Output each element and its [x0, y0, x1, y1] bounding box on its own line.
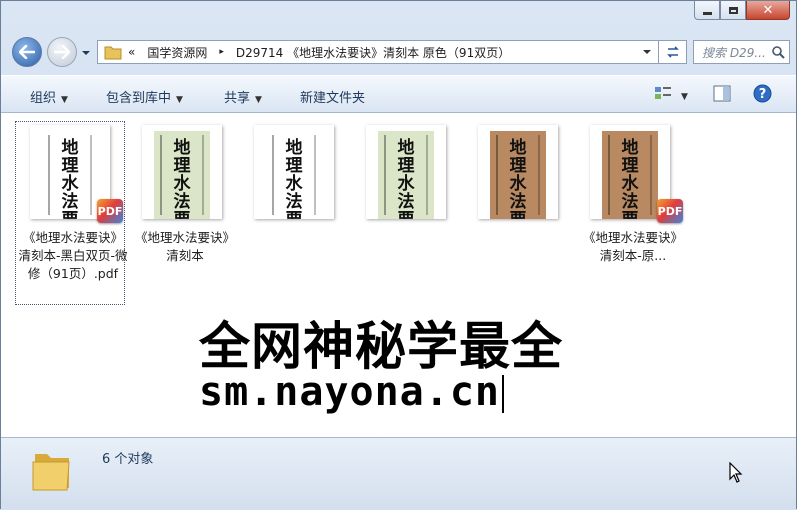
recent-pages-dropdown-icon[interactable]	[81, 48, 91, 58]
book-cover: 地理水法要诀	[42, 131, 98, 219]
text-caret	[501, 375, 504, 413]
cover-title: 地理水法要诀	[61, 138, 79, 219]
cover-title: 地理水法要诀	[173, 138, 191, 219]
include-library-label: 包含到库中	[106, 91, 172, 106]
watermark-line-1: 全网神秘学最全	[199, 318, 564, 377]
change-view-button[interactable]	[654, 85, 672, 105]
caption-buttons: ✕	[694, 1, 790, 20]
back-button[interactable]	[12, 37, 42, 67]
refresh-icon	[666, 46, 679, 58]
address-dropdown-icon[interactable]	[642, 47, 652, 57]
preview-pane-button[interactable]	[713, 85, 731, 106]
file-name: 《地理水法要诀》清刻本-原...	[582, 230, 683, 263]
watermark-overlay: 全网神秘学最全 sm.nayona.cn	[195, 303, 601, 426]
file-thumbnail: 地理水法要诀	[254, 125, 334, 219]
svg-text:?: ?	[759, 87, 767, 102]
organize-menu[interactable]: 组织 ▼	[30, 87, 68, 106]
include-in-library-menu[interactable]: 包含到库中 ▼	[106, 87, 183, 106]
breadcrumb-separator[interactable]: ▸	[213, 47, 230, 57]
chevron-down-icon: ▼	[255, 95, 262, 105]
address-chevrons[interactable]: «	[122, 45, 141, 59]
chevron-down-icon: ▼	[176, 95, 183, 105]
cover-title: 地理水法要诀	[285, 138, 303, 219]
file-name: 《地理水法要诀》清刻本	[134, 230, 235, 263]
share-label: 共享	[224, 91, 251, 106]
organize-label: 组织	[30, 91, 57, 106]
refresh-button[interactable]	[659, 40, 687, 64]
address-bar[interactable]: « 国学资源网 ▸ D29714 《地理水法要诀》清刻本 原色（91双页）	[97, 40, 659, 64]
address-row: « 国学资源网 ▸ D29714 《地理水法要诀》清刻本 原色（91双页） 搜索…	[9, 37, 790, 69]
share-menu[interactable]: 共享 ▼	[224, 87, 262, 106]
chevron-down-icon: ▼	[61, 95, 68, 105]
book-cover: 地理水法要诀	[490, 131, 546, 219]
file-thumbnail: 地理水法要诀	[366, 125, 446, 219]
chevron-down-icon: ▼	[681, 92, 688, 102]
watermark-url: sm.nayona.cn	[199, 369, 500, 415]
forward-button[interactable]	[47, 37, 77, 67]
forward-arrow-icon	[54, 45, 70, 59]
cover-title: 地理水法要诀	[621, 138, 639, 219]
help-button[interactable]: ?	[753, 84, 772, 107]
help-icon: ?	[753, 84, 772, 103]
watermark-line-2: sm.nayona.cn	[199, 369, 504, 415]
book-cover: 地理水法要诀	[602, 131, 658, 219]
explorer-window: ✕ « 国学资源网 ▸ D29714 《地理水法要诀》清刻本 原色（91双页） …	[0, 0, 797, 510]
close-icon: ✕	[762, 2, 774, 18]
file-thumbnail: 地理水法要诀	[478, 125, 558, 219]
new-folder-button[interactable]: 新建文件夹	[300, 87, 365, 106]
details-pane: 6 个对象	[1, 437, 796, 510]
book-cover: 地理水法要诀	[154, 131, 210, 219]
pdf-icon: PDF	[657, 199, 683, 223]
breadcrumb-segment-current[interactable]: D29714 《地理水法要诀》清刻本 原色（91双页）	[230, 44, 516, 61]
breadcrumb-segment-root[interactable]: 国学资源网	[141, 44, 213, 61]
view-dropdown-button[interactable]: ▼	[681, 88, 688, 103]
file-name: 《地理水法要诀》清刻本-黑白双页-微修（91页）.pdf	[18, 230, 128, 281]
book-cover: 地理水法要诀	[266, 131, 322, 219]
pdf-icon: PDF	[97, 199, 123, 223]
minimize-button[interactable]	[694, 1, 720, 20]
file-list-pane[interactable]: 地理水法要诀 PDF 《地理水法要诀》清刻本-黑白双页-微修（91页）.pdf …	[1, 113, 796, 437]
item-count: 6 个对象	[102, 452, 154, 467]
view-options-icon	[655, 87, 671, 99]
search-input[interactable]: 搜索 D29...	[693, 40, 790, 64]
folder-small-icon	[104, 46, 122, 60]
folder-icon	[32, 454, 70, 491]
minimize-icon	[702, 11, 712, 15]
command-bar: 组织 ▼ 包含到库中 ▼ 共享 ▼ 新建文件夹 ▼ ?	[1, 75, 796, 113]
close-button[interactable]: ✕	[746, 1, 790, 20]
search-icon	[772, 46, 785, 59]
cover-title: 地理水法要诀	[509, 138, 527, 219]
search-placeholder: 搜索 D29...	[702, 45, 766, 60]
back-arrow-icon	[19, 45, 35, 59]
new-folder-label: 新建文件夹	[300, 91, 366, 106]
maximize-icon	[728, 6, 738, 14]
maximize-button[interactable]	[720, 1, 746, 20]
book-cover: 地理水法要诀	[378, 131, 434, 219]
mouse-cursor-icon	[729, 462, 743, 483]
preview-pane-icon	[713, 85, 731, 102]
cover-title: 地理水法要诀	[397, 138, 415, 219]
file-thumbnail: 地理水法要诀	[142, 125, 222, 219]
